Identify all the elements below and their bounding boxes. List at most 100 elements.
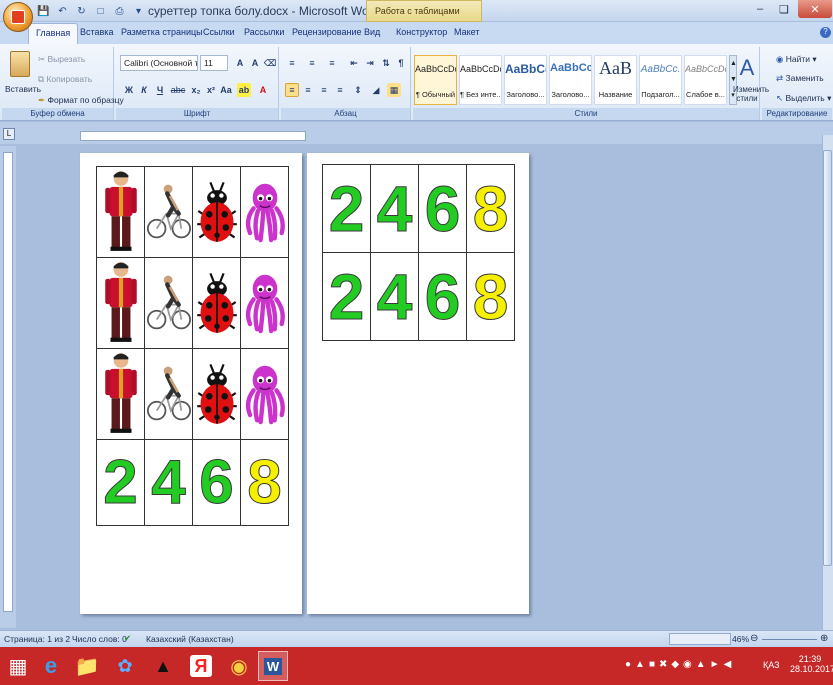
find-button[interactable]: ◉ Найти ▾: [776, 54, 817, 65]
align-center-icon[interactable]: ≡: [301, 83, 315, 97]
proofing-icon[interactable]: ✔: [124, 633, 131, 644]
clock[interactable]: 21:39 28.10.2017: [790, 654, 833, 674]
tab-review[interactable]: Рецензирование: [292, 27, 362, 37]
bold-icon[interactable]: Ж: [122, 83, 136, 97]
number-cell[interactable]: 4: [370, 252, 419, 341]
tab-selector[interactable]: L: [3, 128, 15, 140]
italic-icon[interactable]: К: [137, 83, 151, 97]
decrease-indent-icon[interactable]: ⇤: [347, 56, 361, 70]
tab-design[interactable]: Конструктор: [396, 27, 447, 37]
tab-view[interactable]: Вид: [364, 27, 380, 37]
ruler-scale[interactable]: [80, 131, 306, 141]
document-page-1[interactable]: 2468: [80, 153, 302, 614]
increase-indent-icon[interactable]: ⇥: [363, 56, 377, 70]
view-buttons[interactable]: [669, 633, 731, 645]
language-indicator[interactable]: Казахский (Казахстан): [146, 634, 234, 644]
paste-button[interactable]: Вставить: [5, 84, 41, 94]
style-no-spacing[interactable]: AaBbCcDc ¶ Без инте...: [459, 55, 502, 105]
show-marks-icon[interactable]: ¶: [394, 56, 408, 70]
font-color-icon[interactable]: A: [256, 83, 270, 97]
number-cell[interactable]: 6: [192, 439, 241, 526]
word-count[interactable]: Число слов: 0: [72, 634, 127, 644]
number-cell[interactable]: 4: [370, 164, 419, 253]
change-case-icon[interactable]: Aa: [219, 83, 233, 97]
maximize-button[interactable]: ❏: [772, 0, 796, 18]
style-heading-2[interactable]: AaBbCc Заголово...: [549, 55, 592, 105]
font-name-box[interactable]: Calibri (Основной те: [120, 55, 198, 71]
numbering-icon[interactable]: ≡: [305, 56, 319, 70]
number-cell[interactable]: 2: [96, 439, 145, 526]
picture-cell[interactable]: [144, 348, 193, 440]
cut-button[interactable]: ✂ Вырезать: [38, 54, 85, 65]
picture-cell[interactable]: [192, 257, 241, 349]
picture-table[interactable]: 2468: [96, 166, 289, 526]
picture-cell[interactable]: [96, 166, 145, 258]
ie-icon[interactable]: e: [36, 651, 66, 681]
tab-insert[interactable]: Вставка: [80, 27, 113, 37]
style-normal[interactable]: AaBbCcDc ¶ Обычный: [414, 55, 457, 105]
select-button[interactable]: ↖ Выделить ▾: [776, 93, 831, 104]
shading-icon[interactable]: ◢: [369, 83, 383, 97]
picture-cell[interactable]: [240, 257, 289, 349]
document-page-2[interactable]: 24682468: [307, 153, 529, 614]
font-size-box[interactable]: 11: [200, 55, 228, 71]
number-cell[interactable]: 8: [466, 252, 515, 341]
number-cell[interactable]: 2: [322, 164, 371, 253]
start-icon[interactable]: ▦: [3, 651, 33, 681]
number-cell[interactable]: 6: [418, 252, 467, 341]
close-button[interactable]: ✕: [798, 0, 832, 18]
picture-cell[interactable]: [240, 348, 289, 440]
chrome-icon[interactable]: ◉: [224, 651, 254, 681]
customize-toolbar-icon[interactable]: ▾: [131, 4, 146, 19]
tab-references[interactable]: Ссылки: [203, 27, 235, 37]
superscript-icon[interactable]: x²: [204, 83, 218, 97]
file-explorer-icon[interactable]: 📁: [72, 651, 102, 681]
strikethrough-icon[interactable]: abc: [171, 83, 186, 97]
zoom-slider[interactable]: [762, 639, 817, 640]
vertical-ruler-scale[interactable]: [3, 152, 13, 612]
sort-icon[interactable]: ⇅: [379, 56, 393, 70]
zoom-out-icon[interactable]: ⊖: [750, 633, 758, 644]
style-subtitle[interactable]: AaBbCc. Подзагол...: [639, 55, 682, 105]
new-document-icon[interactable]: □: [93, 4, 108, 19]
align-right-icon[interactable]: ≡: [317, 83, 331, 97]
underline-icon[interactable]: Ч: [153, 83, 167, 97]
change-styles-button[interactable]: Изменить стили: [733, 85, 769, 103]
justify-icon[interactable]: ≡: [333, 83, 347, 97]
save-icon[interactable]: 💾: [36, 4, 51, 19]
tab-mailings[interactable]: Рассылки: [244, 27, 284, 37]
change-styles-icon[interactable]: A: [735, 55, 759, 81]
line-spacing-icon[interactable]: ⇕: [351, 83, 365, 97]
print-icon[interactable]: ⎙: [112, 4, 127, 19]
number-cell[interactable]: 8: [466, 164, 515, 253]
picture-cell[interactable]: [192, 348, 241, 440]
tab-home[interactable]: Главная: [28, 23, 79, 44]
media-app-icon[interactable]: ✿: [110, 651, 140, 681]
zoom-in-icon[interactable]: ⊕: [820, 633, 828, 644]
clear-format-icon[interactable]: ⌫: [263, 56, 277, 70]
picture-cell[interactable]: [144, 166, 193, 258]
picture-cell[interactable]: [144, 257, 193, 349]
highlight-icon[interactable]: ab: [237, 83, 251, 97]
paste-icon[interactable]: [10, 51, 30, 77]
style-title[interactable]: AaB Название: [594, 55, 637, 105]
word-taskbar-icon[interactable]: W: [258, 651, 288, 681]
picture-cell[interactable]: [96, 348, 145, 440]
zoom-level[interactable]: 46%: [732, 634, 749, 644]
picture-cell[interactable]: [192, 166, 241, 258]
number-table[interactable]: 24682468: [322, 164, 515, 341]
style-subtle-emphasis[interactable]: AaBbCcDc Слабое в...: [684, 55, 727, 105]
shrink-font-icon[interactable]: A: [248, 56, 262, 70]
borders-icon[interactable]: ▦: [387, 83, 401, 97]
number-cell[interactable]: 8: [240, 439, 289, 526]
redo-icon[interactable]: ↻: [74, 4, 89, 19]
picture-cell[interactable]: [240, 166, 289, 258]
tab-layout[interactable]: Макет: [454, 27, 479, 37]
multilevel-list-icon[interactable]: ≡: [325, 56, 339, 70]
copy-button[interactable]: ⧉ Копировать: [38, 74, 92, 85]
number-cell[interactable]: 6: [418, 164, 467, 253]
grow-font-icon[interactable]: A: [233, 56, 247, 70]
format-painter-button[interactable]: ✒ Формат по образцу: [38, 95, 124, 106]
align-left-icon[interactable]: ≡: [285, 83, 299, 97]
page-count[interactable]: Страница: 1 из 2: [4, 634, 70, 644]
